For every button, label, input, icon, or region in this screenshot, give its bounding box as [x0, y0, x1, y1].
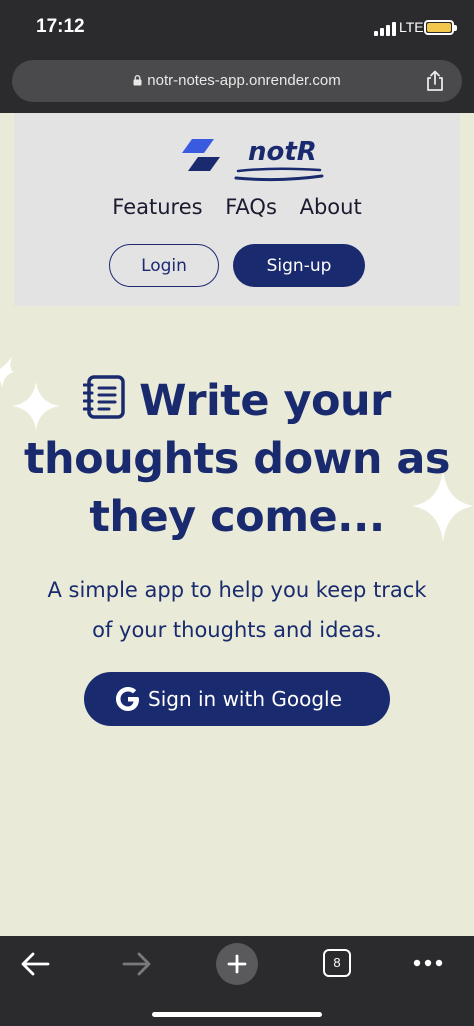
login-button[interactable]: Login — [109, 244, 219, 287]
hero-title-line-2: thoughts down as — [23, 434, 451, 484]
browser-address-area: notr-notes-app.onrender.com — [0, 56, 474, 113]
home-indicator — [152, 1012, 322, 1017]
notes-icon — [83, 375, 125, 419]
lock-icon — [133, 75, 142, 86]
back-arrow-icon[interactable] — [20, 950, 52, 978]
main-nav: Features FAQs About — [14, 195, 460, 219]
browser-toolbar: 8 — [0, 936, 474, 1026]
hero-subtitle-line-1: A simple app to help you keep track — [47, 578, 427, 602]
url-text: notr-notes-app.onrender.com — [147, 72, 341, 89]
signup-button[interactable]: Sign-up — [233, 244, 365, 287]
hero-title-line-3: they come... — [89, 492, 385, 542]
battery-icon — [424, 20, 457, 35]
nav-about[interactable]: About — [300, 195, 362, 219]
tab-switcher-button[interactable]: 8 — [323, 949, 351, 977]
hero-subtitle-line-2: of your thoughts and ideas. — [92, 618, 382, 642]
address-bar[interactable]: notr-notes-app.onrender.com — [12, 60, 462, 102]
nav-faqs[interactable]: FAQs — [225, 195, 277, 219]
share-icon[interactable] — [424, 70, 446, 92]
notr-logo-icon[interactable] — [178, 137, 224, 177]
brand-underline-decoration — [234, 167, 324, 182]
signal-icon — [374, 22, 396, 36]
hero-title-line-1: Write your — [139, 376, 391, 426]
status-bar: 17:12 LTE — [0, 0, 474, 56]
status-time: 17:12 — [36, 16, 85, 37]
forward-arrow-icon[interactable] — [120, 950, 152, 978]
hero-title: Write your thoughts down as they come... — [0, 372, 474, 546]
google-signin-button[interactable]: Sign in with Google — [84, 672, 390, 726]
new-tab-button[interactable] — [216, 943, 258, 985]
plus-icon — [227, 954, 247, 974]
network-label: LTE — [399, 19, 424, 35]
hero-subtitle: A simple app to help you keep track of y… — [10, 570, 464, 650]
brand[interactable]: notR — [234, 137, 324, 189]
nav-features[interactable]: Features — [112, 195, 202, 219]
more-options-icon[interactable] — [412, 958, 444, 968]
brand-name: notR — [248, 137, 317, 167]
google-signin-label: Sign in with Google — [148, 687, 342, 711]
site-header: notR Features FAQs About Login Sign-up — [14, 113, 460, 306]
google-icon — [116, 687, 139, 711]
